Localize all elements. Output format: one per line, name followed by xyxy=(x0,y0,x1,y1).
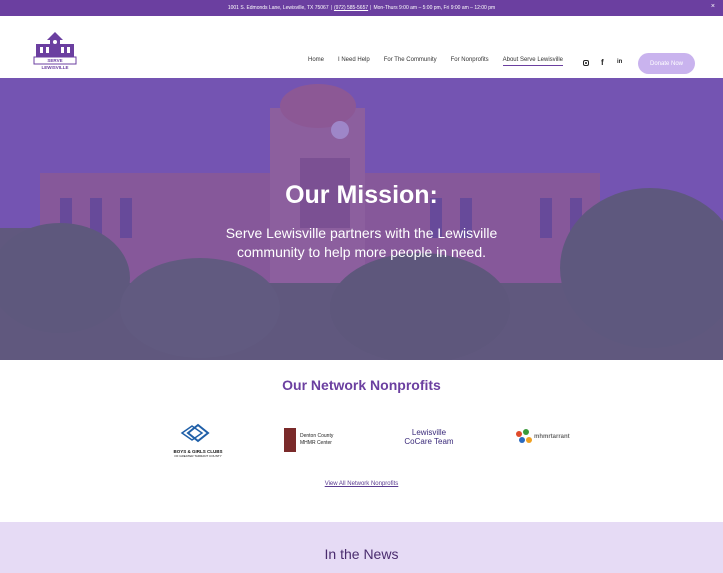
nav-i-need-help[interactable]: I Need Help xyxy=(338,57,370,66)
partner-name: mhmrtarrant xyxy=(534,434,570,440)
donate-button[interactable]: Donate Now xyxy=(638,53,695,74)
partner-sub: MHMR Center xyxy=(300,440,332,446)
network-title: Our Network Nonprofits xyxy=(282,377,441,393)
hero-overlay xyxy=(0,78,723,360)
address-text: 1001 S. Edmonds Lane, Lewisville, TX 750… xyxy=(227,5,329,11)
linkedin-icon[interactable]: in xyxy=(617,59,622,65)
partner-name: Lewisville xyxy=(411,428,447,437)
info-bar: 1001 S. Edmonds Lane, Lewisville, TX 750… xyxy=(0,0,723,16)
nav-home[interactable]: Home xyxy=(308,57,324,66)
facebook-icon[interactable]: f xyxy=(601,58,604,67)
hero-title: Our Mission: xyxy=(285,181,438,209)
partner-sub: OF GREATER TARRANT COUNTY xyxy=(174,454,222,458)
partner-name: Denton County xyxy=(300,433,334,439)
separator: | xyxy=(330,5,332,11)
partner-logo-mhmrtarrant[interactable]: mhmrtarrant xyxy=(514,428,576,448)
phone-link[interactable]: (972) 585-5657 xyxy=(334,5,368,11)
partner-logo-boys-girls-clubs[interactable]: BOYS & GIRLS CLUBS OF GREATER TARRANT CO… xyxy=(166,422,230,458)
hours-text: Mon-Thurs 9:00 am – 5:00 pm, Fri 9:00 am… xyxy=(373,5,496,11)
nav-for-the-community[interactable]: For The Community xyxy=(384,57,437,66)
partner-logo-denton-county[interactable]: Denton County MHMR Center xyxy=(284,428,354,452)
partner-sub: CoCare Team xyxy=(404,437,454,446)
view-all-nonprofits-link[interactable]: View All Network Nonprofits xyxy=(0,481,723,487)
serve-lewisville-logo[interactable]: SERVE LEWISVILLE xyxy=(33,30,77,70)
partner-logo-lewisville-cocare[interactable]: Lewisville CoCare Team xyxy=(394,428,464,452)
main-nav: Home I Need Help For The Community For N… xyxy=(308,57,577,66)
news-section: In the News xyxy=(0,522,723,573)
hero-section: Our Mission: Serve Lewisville partners w… xyxy=(0,78,723,360)
separator: | xyxy=(370,5,372,11)
logo-text: SERVE LEWISVILLE xyxy=(41,58,69,70)
site-header: SERVE LEWISVILLE Home I Need Help For Th… xyxy=(0,16,723,78)
news-title: In the News xyxy=(324,546,399,562)
close-icon[interactable]: × xyxy=(711,3,715,10)
nav-about-serve-lewisville[interactable]: About Serve Lewisville xyxy=(502,57,563,66)
nav-for-nonprofits[interactable]: For Nonprofits xyxy=(451,57,489,66)
instagram-icon[interactable] xyxy=(583,60,589,66)
hero-text: Serve Lewisville partners with the Lewis… xyxy=(225,225,498,260)
